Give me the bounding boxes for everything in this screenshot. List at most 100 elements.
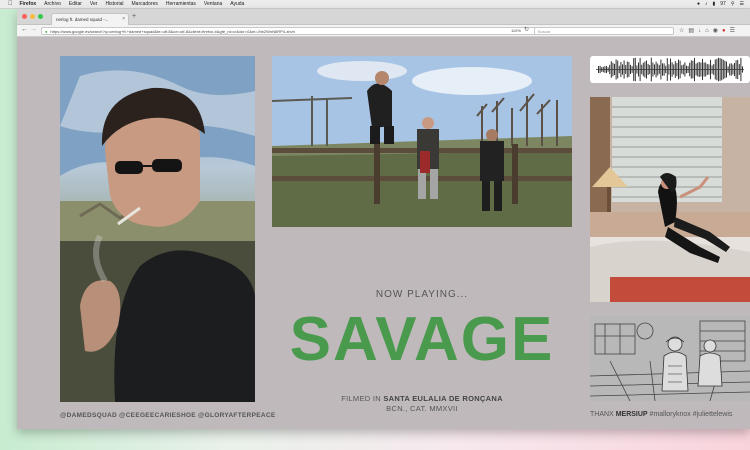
waveform-bar <box>687 66 689 73</box>
extension-icon[interactable]: ● <box>722 27 726 35</box>
waveform-bar <box>620 62 622 77</box>
thanx-name: MERSIUP <box>615 411 648 418</box>
waveform-bar <box>686 65 687 74</box>
photo-bw-illustration <box>590 316 750 401</box>
filmed-prefix: FILMED IN <box>341 394 381 403</box>
waveform-bar <box>716 58 718 81</box>
waveform-bar <box>662 63 663 76</box>
waveform-bar <box>674 61 676 78</box>
waveform-bar <box>634 57 636 82</box>
waveform-bar <box>719 58 721 81</box>
waveform-bar <box>713 64 715 75</box>
waveform-bar <box>641 64 643 75</box>
browser-tab[interactable]: nerlog ft. damed squad -... × <box>51 13 129 25</box>
search-placeholder: Buscar <box>538 29 551 34</box>
volume-icon[interactable]: ♪ <box>705 1 708 7</box>
zoom-level[interactable]: 110% <box>511 28 521 33</box>
waveform-bar <box>663 63 665 76</box>
bookmark-star-icon[interactable]: ☆ <box>679 27 684 35</box>
waveform-bar <box>721 58 723 81</box>
waveform-bar <box>636 65 638 74</box>
thanx-prefix: THANX <box>590 411 614 418</box>
waveform-bar <box>628 62 630 77</box>
hamburger-menu-icon[interactable]: ☰ <box>730 27 735 35</box>
minimize-window-button[interactable] <box>30 14 35 19</box>
menu-marcadores[interactable]: Marcadores <box>132 1 158 7</box>
menu-list-icon[interactable]: ☰ <box>740 1 744 7</box>
waveform-bar <box>657 63 659 76</box>
menu-app[interactable]: Firefox <box>20 1 37 7</box>
waveform-bar <box>678 59 679 80</box>
waveform-bar <box>625 65 627 74</box>
search-icon[interactable]: ⚲ <box>731 1 735 7</box>
menu-herramientas[interactable]: Herramientas <box>166 1 196 7</box>
filming-location-line: FILMED IN SANTA EULALIA DE RONÇANA <box>272 394 572 404</box>
home-icon[interactable]: ⌂ <box>705 27 709 35</box>
menu-archivo[interactable]: Archivo <box>44 1 61 7</box>
lock-icon[interactable]: ● <box>45 29 47 34</box>
reload-button[interactable]: ↻ <box>524 26 529 33</box>
waveform-bar <box>644 61 646 78</box>
waveform-bar <box>690 60 692 79</box>
status-icons: ● ♪ ▮ 97 ⚲ ☰ <box>697 1 744 7</box>
photo-group-fence <box>272 56 572 227</box>
waveform-bar <box>740 57 742 82</box>
battery-icon[interactable]: ▮ <box>713 1 716 7</box>
menu-editar[interactable]: Editar <box>69 1 82 7</box>
photo-woman-bed <box>590 97 750 302</box>
menu-ayuda[interactable]: Ayuda <box>230 1 244 7</box>
thanks-credits: THANX MERSIUP #malloryknox #juliettelewi… <box>590 411 750 418</box>
waveform-bar <box>609 64 611 75</box>
waveform-bar <box>722 59 724 80</box>
waveform-bar <box>684 62 686 77</box>
forward-button[interactable]: → <box>30 26 37 33</box>
tab-title: nerlog ft. damed squad -... <box>56 17 109 22</box>
waveform-bar <box>614 63 615 76</box>
waveform-bar <box>618 65 620 74</box>
tab-close-icon[interactable]: × <box>122 16 125 22</box>
waveform-bar <box>698 62 700 77</box>
wifi-icon[interactable]: ● <box>697 1 700 7</box>
waveform-bar <box>666 58 668 81</box>
menu-ventana[interactable]: Ventana <box>204 1 222 7</box>
audio-waveform[interactable] <box>590 56 750 83</box>
navigation-toolbar: ← → ● https://www.google.es/search?q=ceel… <box>17 25 750 37</box>
search-field[interactable]: Buscar <box>534 27 674 35</box>
waveform-bar <box>673 64 675 75</box>
now-playing-label: NOW PLAYING... <box>375 289 469 300</box>
apple-icon[interactable]:  <box>8 1 13 7</box>
waveform-bar <box>732 64 734 75</box>
photo-man-smoking <box>60 56 255 402</box>
waveform-bar <box>676 62 678 77</box>
waveform-bar <box>737 59 739 80</box>
toolbar-icons: ☆ ▤ ↓ ⌂ ◉ ● ☰ <box>679 27 735 35</box>
reading-list-icon[interactable]: ▤ <box>688 27 694 35</box>
url-bar[interactable]: ● https://www.google.es/search?q=ceelog+f… <box>41 27 545 35</box>
waveform-bar <box>700 62 702 77</box>
menu-historial[interactable]: Historial <box>105 1 123 7</box>
waveform-bar <box>726 61 727 78</box>
pocket-icon[interactable]: ◉ <box>713 27 718 35</box>
waveform-bar <box>730 63 732 76</box>
new-tab-button[interactable]: + <box>132 13 136 20</box>
waveform-bar <box>630 64 631 75</box>
waveform-bar <box>697 62 699 77</box>
waveform-bar <box>735 60 737 79</box>
window-controls <box>22 14 43 19</box>
zoom-window-button[interactable] <box>38 14 43 19</box>
waveform-bar <box>708 64 710 75</box>
download-icon[interactable]: ↓ <box>698 27 701 35</box>
filmed-location: SANTA EULALIA DE RONÇANA <box>383 394 503 403</box>
filming-info: FILMED IN SANTA EULALIA DE RONÇANA BCN.,… <box>272 394 572 414</box>
back-button[interactable]: ← <box>21 26 28 33</box>
waveform-bar <box>710 59 711 80</box>
waveform-bar <box>705 62 707 77</box>
waveform-bar <box>646 60 647 79</box>
close-window-button[interactable] <box>22 14 27 19</box>
waveform-bar <box>647 63 649 76</box>
menu-ver[interactable]: Ver <box>90 1 98 7</box>
page-content: NOW PLAYING... SAVAGE FILMED IN SANTA EU… <box>17 37 750 429</box>
waveform-bar <box>729 63 731 76</box>
waveform-bar <box>601 67 603 72</box>
waveform-bar <box>655 61 657 78</box>
